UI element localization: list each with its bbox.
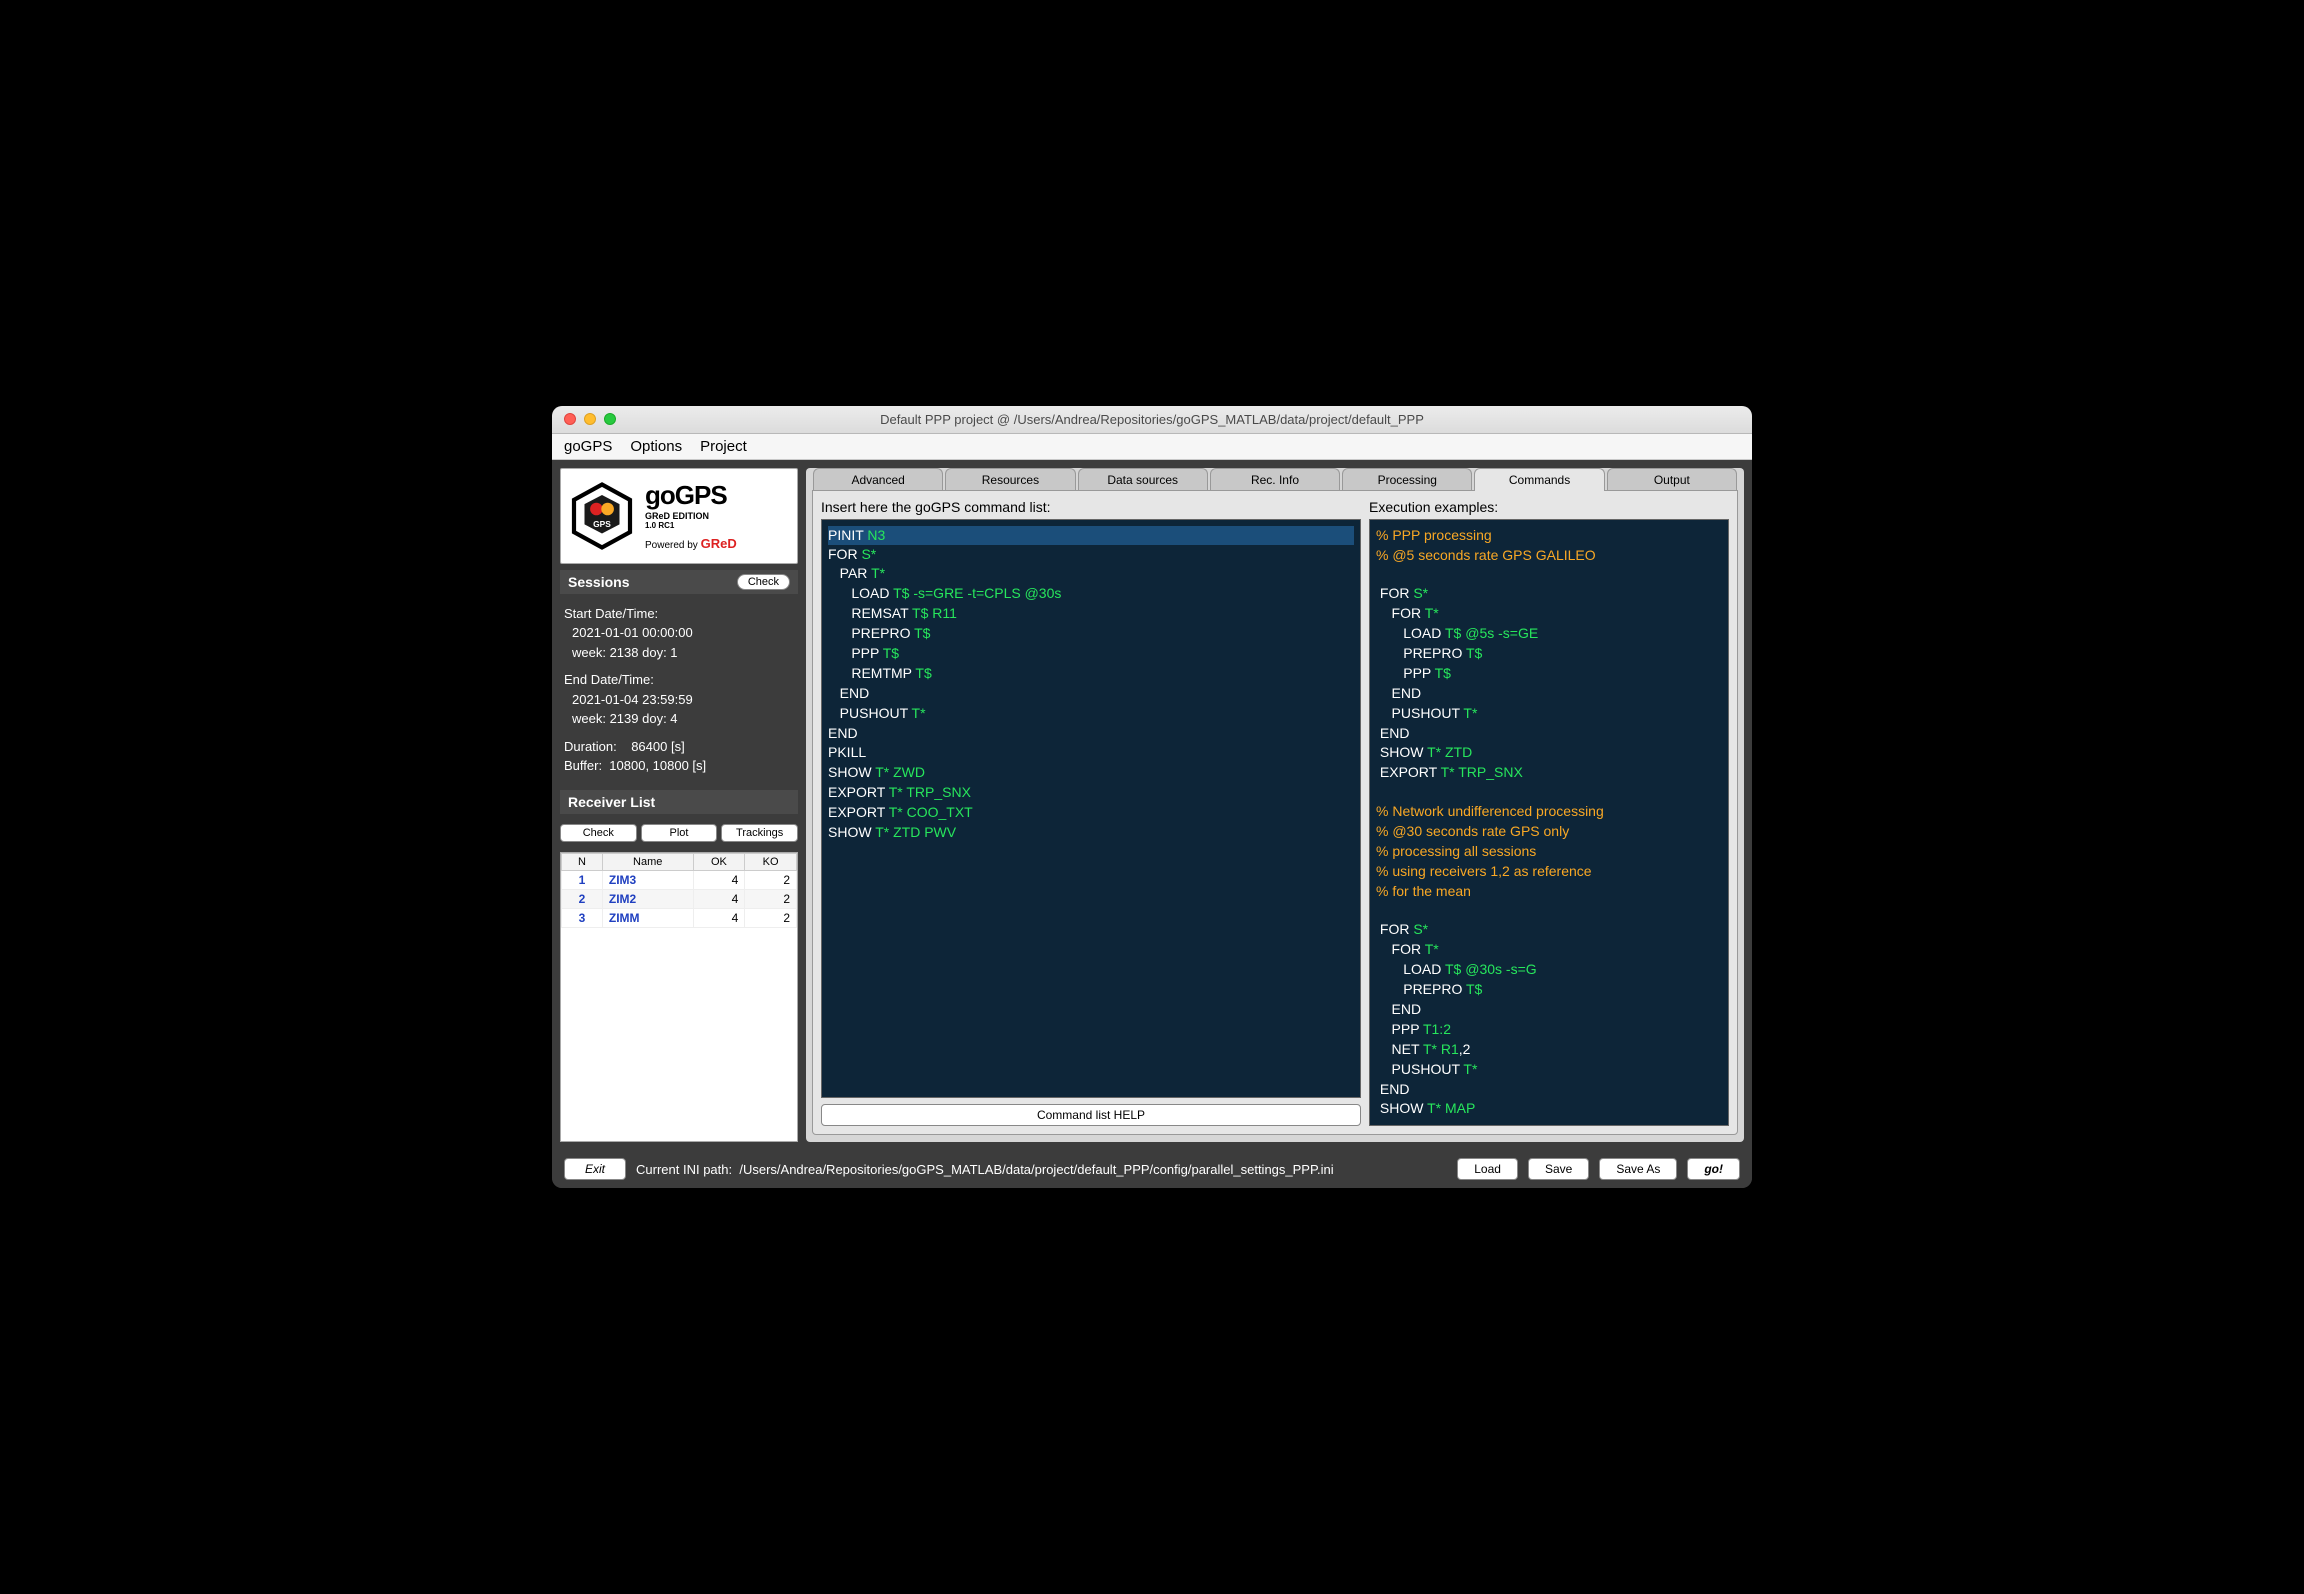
ini-path: Current INI path: /Users/Andrea/Reposito…: [636, 1162, 1447, 1177]
menu-gogps[interactable]: goGPS: [564, 438, 612, 455]
maximize-icon[interactable]: [604, 413, 616, 425]
buffer-row: Buffer: 10800, 10800 [s]: [564, 756, 794, 776]
tab-commands[interactable]: Commands: [1474, 468, 1604, 491]
tab-data-sources[interactable]: Data sources: [1078, 468, 1208, 491]
close-icon[interactable]: [564, 413, 576, 425]
tab-rec-info[interactable]: Rec. Info: [1210, 468, 1340, 491]
tab-advanced[interactable]: Advanced: [813, 468, 943, 491]
col-n: N: [562, 853, 603, 870]
load-button[interactable]: Load: [1457, 1158, 1518, 1180]
tab-body-commands: Insert here the goGPS command list: PINI…: [812, 490, 1738, 1136]
logo-icon: GPS: [567, 481, 637, 551]
tab-output[interactable]: Output: [1607, 468, 1737, 491]
end-date-label: End Date/Time:: [564, 670, 794, 690]
col-name: Name: [602, 853, 693, 870]
command-list-editor[interactable]: PINIT N3FOR S* PAR T* LOAD T$ -s=GRE -t=…: [821, 519, 1361, 1099]
menu-project[interactable]: Project: [700, 438, 747, 455]
save-as-button[interactable]: Save As: [1599, 1158, 1677, 1180]
duration-row: Duration: 86400 [s]: [564, 737, 794, 757]
logo-subtitle: GReD EDITION: [645, 511, 737, 521]
receiver-buttons: Check Plot Trackings: [560, 820, 798, 846]
menubar: goGPS Options Project: [552, 434, 1752, 460]
table-row[interactable]: 3ZIMM42: [562, 908, 797, 927]
logo-title: goGPS: [645, 480, 737, 511]
sessions-header: Sessions Check: [560, 570, 798, 594]
save-button[interactable]: Save: [1528, 1158, 1589, 1180]
tab-processing[interactable]: Processing: [1342, 468, 1472, 491]
receiver-heading: Receiver List: [568, 794, 655, 810]
exit-button[interactable]: Exit: [564, 1158, 626, 1180]
receiver-trackings-button[interactable]: Trackings: [721, 824, 798, 842]
titlebar: Default PPP project @ /Users/Andrea/Repo…: [552, 406, 1752, 434]
left-sidebar: GPS goGPS GReD EDITION 1.0 RC1 Powered b…: [560, 468, 798, 1143]
col-ok: OK: [693, 853, 745, 870]
tabs: AdvancedResourcesData sourcesRec. InfoPr…: [806, 468, 1744, 491]
window-title: Default PPP project @ /Users/Andrea/Repo…: [552, 412, 1752, 427]
footer: Exit Current INI path: /Users/Andrea/Rep…: [552, 1150, 1752, 1188]
tab-resources[interactable]: Resources: [945, 468, 1075, 491]
sessions-heading: Sessions: [568, 574, 629, 590]
logo-text: goGPS GReD EDITION 1.0 RC1 Powered by GR…: [645, 480, 737, 551]
window-controls: [564, 413, 616, 425]
app-window: Default PPP project @ /Users/Andrea/Repo…: [552, 406, 1752, 1189]
logo-panel: GPS goGPS GReD EDITION 1.0 RC1 Powered b…: [560, 468, 798, 564]
receiver-header: Receiver List: [560, 790, 798, 814]
logo-powered: Powered by GReD: [645, 536, 737, 551]
command-list-help-button[interactable]: Command list HELP: [821, 1104, 1361, 1126]
col-ko: KO: [745, 853, 797, 870]
end-week-value: week: 2139 doy: 4: [564, 709, 794, 729]
logo-version: 1.0 RC1: [645, 521, 737, 530]
end-date-value: 2021-01-04 23:59:59: [564, 690, 794, 710]
sessions-body: Start Date/Time: 2021-01-01 00:00:00 wee…: [560, 600, 798, 784]
execution-examples-column: Execution examples: % PPP processing % @…: [1369, 499, 1729, 1127]
start-date-value: 2021-01-01 00:00:00: [564, 623, 794, 643]
go-button[interactable]: go!: [1687, 1158, 1740, 1180]
receiver-plot-button[interactable]: Plot: [641, 824, 718, 842]
execution-examples-label: Execution examples:: [1369, 499, 1729, 515]
menu-options[interactable]: Options: [630, 438, 682, 455]
insert-command-label: Insert here the goGPS command list:: [821, 499, 1361, 515]
execution-examples-viewer[interactable]: % PPP processing % @5 seconds rate GPS G…: [1369, 519, 1729, 1127]
sessions-check-button[interactable]: Check: [737, 574, 790, 590]
start-date-label: Start Date/Time:: [564, 604, 794, 624]
command-list-column: Insert here the goGPS command list: PINI…: [821, 499, 1361, 1127]
right-panel: AdvancedResourcesData sourcesRec. InfoPr…: [806, 468, 1744, 1143]
start-week-value: week: 2138 doy: 1: [564, 643, 794, 663]
receiver-check-button[interactable]: Check: [560, 824, 637, 842]
table-row[interactable]: 2ZIM242: [562, 889, 797, 908]
content: GPS goGPS GReD EDITION 1.0 RC1 Powered b…: [552, 460, 1752, 1151]
table-row[interactable]: 1ZIM342: [562, 870, 797, 889]
svg-text:GPS: GPS: [593, 519, 611, 529]
receiver-table[interactable]: N Name OK KO 1ZIM3422ZIM2423ZIMM42: [560, 852, 798, 1143]
minimize-icon[interactable]: [584, 413, 596, 425]
